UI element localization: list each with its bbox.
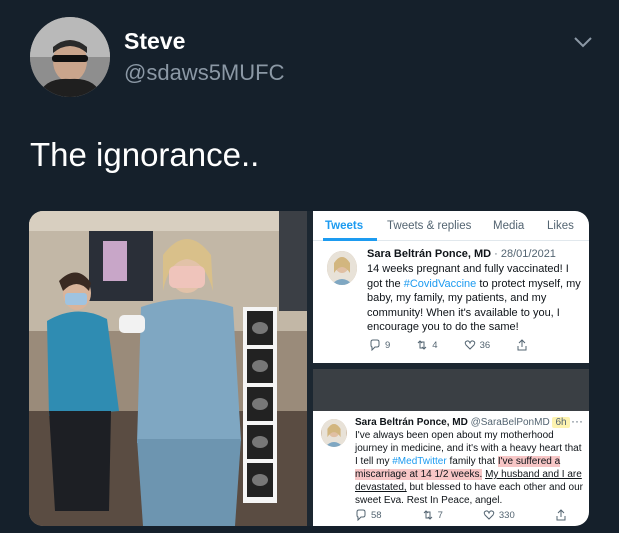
- avatar: [327, 251, 357, 285]
- reply-icon: [370, 339, 380, 351]
- reply-count: 58: [371, 509, 382, 521]
- reply-icon: [356, 509, 366, 521]
- tweet-actions: 9 4 36: [369, 339, 554, 351]
- embedded-tweet-date: · 28/01/2021: [494, 248, 556, 260]
- tweet-text: The ignorance..: [30, 136, 260, 173]
- tab-tweets-replies[interactable]: Tweets & replies: [387, 220, 471, 232]
- tab-likes[interactable]: Likes: [547, 220, 574, 232]
- followup-tweet-text: I've always been open about my motherhoo…: [355, 429, 585, 507]
- reply-action[interactable]: 58: [355, 509, 382, 521]
- like-action[interactable]: 330: [483, 509, 515, 521]
- hashtag-link[interactable]: #CovidVaccine: [404, 278, 477, 290]
- share-icon: [556, 509, 566, 521]
- embedded-author: Sara Beltrán Ponce, MD · 28/01/2021: [367, 248, 556, 260]
- like-action[interactable]: 36: [464, 339, 491, 351]
- share-action[interactable]: [555, 509, 567, 521]
- retweet-icon: [423, 510, 432, 520]
- retweet-count: 4: [432, 339, 438, 351]
- author-name[interactable]: Steve: [124, 28, 185, 55]
- author-handle[interactable]: @sdaws5MUFC: [124, 60, 284, 86]
- avatar: [321, 419, 347, 447]
- tab-media[interactable]: Media: [493, 220, 524, 232]
- like-count: 330: [498, 509, 515, 521]
- more-options-icon[interactable]: ···: [571, 414, 583, 428]
- hashtag-link[interactable]: #MedTwitter: [392, 456, 446, 467]
- retweet-count: 7: [437, 509, 443, 521]
- retweet-icon: [417, 340, 427, 350]
- followup-author: Sara Beltrán Ponce, MD @SaraBelPonMD 6h: [355, 417, 570, 428]
- chevron-down-icon[interactable]: [572, 34, 594, 50]
- like-icon: [483, 510, 495, 520]
- followup-author-name: Sara Beltrán Ponce, MD: [355, 417, 468, 428]
- like-icon: [464, 340, 475, 350]
- retweet-action[interactable]: 4: [416, 339, 438, 351]
- embedded-followup-card: Sara Beltrán Ponce, MD @SaraBelPonMD 6h …: [313, 369, 589, 526]
- followup-tweet: Sara Beltrán Ponce, MD @SaraBelPonMD 6h …: [313, 411, 589, 526]
- followup-timestamp: 6h: [552, 417, 570, 428]
- like-count: 36: [479, 339, 491, 351]
- followup-author-handle: @SaraBelPonMD: [470, 417, 550, 428]
- text-part: family that: [446, 456, 498, 467]
- active-tab-indicator: [323, 238, 377, 241]
- vaccination-photo: [29, 211, 307, 526]
- tweet-actions: 58 7 330: [355, 509, 589, 521]
- tab-tweets[interactable]: Tweets: [325, 220, 363, 232]
- share-action[interactable]: [516, 339, 528, 351]
- reply-count: 9: [385, 339, 391, 351]
- embedded-author-name: Sara Beltrán Ponce, MD: [367, 248, 492, 260]
- embedded-tweet-text: 14 weeks pregnant and fully vaccinated! …: [367, 262, 583, 335]
- avatar[interactable]: [30, 17, 110, 97]
- retweet-action[interactable]: 7: [422, 509, 443, 521]
- tweet-media[interactable]: Tweets Tweets & replies Media Likes Sara…: [29, 211, 589, 526]
- embedded-tweet-card: Tweets Tweets & replies Media Likes Sara…: [313, 211, 589, 363]
- reply-action[interactable]: 9: [369, 339, 390, 351]
- share-icon: [517, 339, 527, 351]
- profile-tabs: Tweets Tweets & replies Media Likes: [313, 211, 589, 241]
